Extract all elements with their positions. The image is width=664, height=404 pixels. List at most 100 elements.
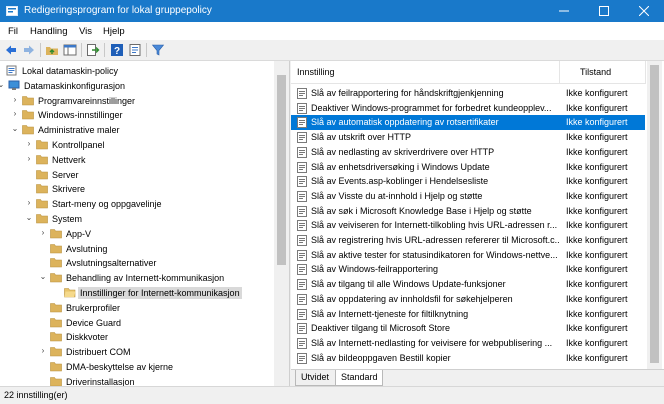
svg-text:?: ? <box>114 46 120 57</box>
tree-item-label: Avslutningsalternativer <box>66 258 157 269</box>
expanded-chevron-icon[interactable]: ⌄ <box>10 124 20 136</box>
expanded-chevron-icon[interactable]: ⌄ <box>0 80 6 92</box>
tab-extended[interactable]: Utvidet <box>295 370 337 386</box>
policy-name: Slå av Internett-nedlasting for veiviser… <box>311 337 553 348</box>
policy-name: Slå av Windows-feilrapportering <box>311 264 439 275</box>
collapsed-chevron-icon[interactable]: › <box>10 95 20 107</box>
policy-row[interactable]: Slå av aktive tester for statusindikator… <box>291 248 645 263</box>
policy-row[interactable]: Slå av veiviseren for Internett-tilkobli… <box>291 218 645 233</box>
folder-icon <box>50 273 62 283</box>
folder-icon <box>50 243 62 253</box>
policy-row[interactable]: Slå av automatisk oppdatering av rotsert… <box>291 115 645 131</box>
tree-item[interactable]: ⌄ System <box>0 212 274 226</box>
tree-item[interactable]: Innstillinger for Internett-kommunikasjo… <box>0 286 274 300</box>
expanded-chevron-icon[interactable]: ⌄ <box>38 272 48 284</box>
policy-row[interactable]: Slå av Windows-feilrapportering Ikke konf… <box>291 262 645 277</box>
export-list-icon[interactable] <box>86 43 100 57</box>
close-button[interactable] <box>624 0 664 22</box>
tree-item[interactable]: › App-V <box>0 227 274 241</box>
tree-item[interactable]: Brukerprofiler <box>0 301 274 315</box>
properties-icon[interactable] <box>128 43 142 57</box>
tree-scrollbar-thumb[interactable] <box>277 75 286 265</box>
menu-file[interactable]: Fil <box>8 26 18 37</box>
forward-arrow-icon[interactable] <box>22 43 36 57</box>
list-scrollbar[interactable] <box>647 61 662 369</box>
policy-row[interactable]: Slå av bildeoppgaven Bestill kopier Ikke … <box>291 351 645 366</box>
folder-icon <box>36 184 48 194</box>
title-bar[interactable]: Redigeringsprogram for lokal gruppepolic… <box>0 0 664 22</box>
collapsed-chevron-icon[interactable]: › <box>38 228 48 240</box>
policy-setting-icon <box>297 176 307 188</box>
collapsed-chevron-icon[interactable]: › <box>24 198 34 210</box>
tree-item[interactable]: ⌄ Behandling av Internett-kommunikasjon <box>0 271 274 285</box>
tree-item[interactable]: Avslutning <box>0 242 274 256</box>
menu-action[interactable]: Handling <box>30 26 68 37</box>
settings-pane: Innstilling Tilstand Slå av feilrapporte… <box>291 61 664 386</box>
tree-item[interactable]: Skrivere <box>0 182 274 196</box>
tree-item[interactable]: › Start-meny og oppgavelinje <box>0 197 274 211</box>
toolbar-separator <box>146 43 147 57</box>
tree-scrollbar[interactable] <box>274 61 289 386</box>
column-header-state[interactable]: Tilstand <box>560 61 646 84</box>
policy-setting-icon <box>297 337 307 349</box>
policy-row[interactable]: Slå av feilrapportering for håndskriftgj… <box>291 86 645 101</box>
filter-icon[interactable] <box>151 43 165 57</box>
policy-row[interactable]: Deaktiver tilgang til Microsoft Store Ikk… <box>291 321 645 336</box>
policy-setting-icon <box>297 88 307 99</box>
tree-item-label: Start-meny og oppgavelinje <box>52 199 162 210</box>
collapsed-chevron-icon[interactable]: › <box>10 109 20 121</box>
folder-icon <box>36 199 48 209</box>
up-folder-icon[interactable] <box>45 43 59 57</box>
policy-row[interactable]: Slå av nedlasting av skriverdrivere over… <box>291 145 645 160</box>
policy-row[interactable]: Deaktiver Windows-programmet for forbedr… <box>291 101 645 116</box>
help-icon[interactable]: ? <box>110 43 124 57</box>
policy-row[interactable]: Slå av søk i Microsoft Knowledge Base i … <box>291 204 645 219</box>
tree-item[interactable]: Diskkvoter <box>0 330 274 344</box>
tree-item[interactable]: Driverinstallasjon <box>0 375 274 386</box>
menu-view[interactable]: Vis <box>79 26 92 37</box>
policy-row[interactable]: Slå av Internett-nedlasting for veiviser… <box>291 336 645 351</box>
tree-item[interactable]: Device Guard <box>0 316 274 330</box>
policy-row[interactable]: Slå av Events.asp-koblinger i Hendelsesl… <box>291 174 645 189</box>
tree-item[interactable]: Server <box>0 168 274 182</box>
policy-row[interactable]: Slå av enhetsdriversøking i Windows Upda… <box>291 160 645 175</box>
column-header-setting[interactable]: Innstilling <box>291 61 560 84</box>
expanded-chevron-icon[interactable]: ⌄ <box>24 213 34 225</box>
tab-standard[interactable]: Standard <box>335 370 383 386</box>
policy-row[interactable]: Slå av Internett-tjeneste for filtilknyt… <box>291 307 645 322</box>
folder-icon <box>50 376 62 386</box>
tree-pane: Lokal datamaskin-policy ⌄ Datamaskinkonfig… <box>0 61 290 386</box>
tree-item[interactable]: › Nettverk <box>0 153 274 167</box>
policy-setting-icon <box>297 323 307 335</box>
tree-item[interactable]: ⌄ Datamaskinkonfigurasjon <box>0 79 274 93</box>
column-header-state-label: Tilstand <box>580 67 612 77</box>
menu-help[interactable]: Hjelp <box>103 26 125 37</box>
policy-state: Ikke konfigurert <box>566 264 628 275</box>
tree-item[interactable]: › Windows-innstillinger <box>0 108 274 122</box>
tree-item[interactable]: Avslutningsalternativer <box>0 256 274 270</box>
list-scrollbar-thumb[interactable] <box>650 65 659 363</box>
tree-item[interactable]: › Distribuert COM <box>0 345 274 359</box>
group-policy-app-icon <box>6 6 18 16</box>
policy-state: Ikke konfigurert <box>566 205 628 216</box>
policy-setting-icon <box>297 293 307 305</box>
policy-row[interactable]: Slå av registrering hvis URL-adressen re… <box>291 233 645 248</box>
tree-item[interactable]: › Programvareinnstillinger <box>0 94 274 108</box>
collapsed-chevron-icon[interactable]: › <box>24 154 34 166</box>
collapsed-chevron-icon[interactable]: › <box>24 139 34 151</box>
policy-state: Ikke konfigurert <box>566 293 628 304</box>
policy-row[interactable]: Slå av Visste du at-innhold i Hjelp og s… <box>291 189 645 204</box>
tree-item[interactable]: ⌄ Administrative maler <box>0 123 274 137</box>
tree-item[interactable]: DMA-beskyttelse av kjerne <box>0 360 274 374</box>
collapsed-chevron-icon[interactable]: › <box>38 346 48 358</box>
policy-row[interactable]: Slå av oppdatering av innholdsfil for sø… <box>291 292 645 307</box>
policy-row[interactable]: Slå av tilgang til alle Windows Update-f… <box>291 277 645 292</box>
show-hide-tree-icon[interactable] <box>63 43 77 57</box>
maximize-button[interactable] <box>584 0 624 22</box>
policy-row[interactable]: Slå av utskrift over HTTP Ikke konfigurer… <box>291 130 645 145</box>
folder-icon <box>50 302 62 313</box>
back-arrow-icon[interactable] <box>4 43 18 57</box>
tree-item[interactable]: Lokal datamaskin-policy <box>0 64 274 78</box>
minimize-button[interactable] <box>544 0 584 22</box>
tree-item[interactable]: › Kontrollpanel <box>0 138 274 152</box>
